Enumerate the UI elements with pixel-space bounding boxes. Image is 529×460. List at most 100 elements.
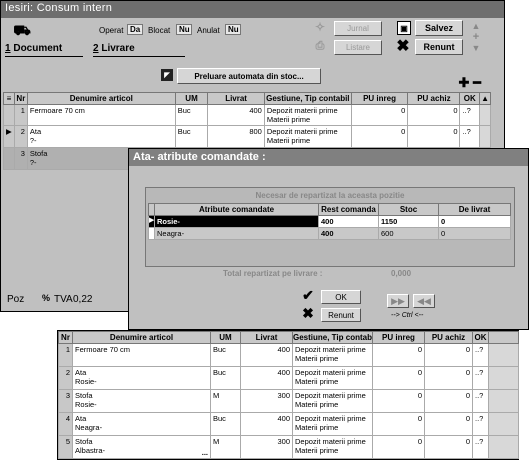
tab-document[interactable]: 1 Document [5,43,62,54]
scrollbar-track[interactable] [488,412,519,436]
row-ok[interactable]: ..? [472,412,489,436]
row-gestiune[interactable]: Depozit materii prime Materii prime [292,435,373,459]
renunt-button[interactable]: Renunt [415,39,463,55]
scrollbar-up-icon[interactable]: ▲ [479,92,491,105]
row-name[interactable]: Stofa Albastra-... [72,435,211,459]
row-attr-text: Albastra- [75,446,106,455]
table-row[interactable]: 2 Ata Rosie- Buc 400 Depozit materii prim… [58,366,519,390]
add-row-icon[interactable]: ✚ [458,75,470,90]
scrollbar-track[interactable] [479,104,491,126]
move-right-icon[interactable]: ▶▶ [387,294,409,308]
row-pu-achiz[interactable]: 0 [424,366,473,390]
row-selector[interactable] [3,147,15,170]
row-qty[interactable]: 300 [240,435,293,459]
attr-livrat-input[interactable]: 0 [438,227,511,240]
row-pu-achiz[interactable]: 0 [407,125,461,148]
row-gestiune[interactable]: Depozit materii prime Materii prime [263,104,352,126]
row-um[interactable]: Buc [210,412,241,436]
row-name[interactable]: Ata ?- [26,125,176,148]
dialog-renunt-button[interactable]: Renunt [321,308,361,322]
row-um[interactable]: M [210,389,241,413]
plus-icon[interactable]: + [471,31,481,43]
table-row[interactable]: 4 Ata Neagra- Buc 400 Depozit materii pri… [58,412,519,436]
listare-button[interactable]: Listare [334,40,382,55]
table-row[interactable]: ▶ 2 Ata ?- Buc 800 Depozit materii prime M… [3,125,491,148]
row-pu-achiz[interactable]: 0 [424,412,473,436]
row-pu-inreg[interactable]: 0 [372,343,425,367]
row-qty[interactable]: 400 [240,412,293,436]
row-pu-achiz[interactable]: 0 [424,343,473,367]
row-ok[interactable]: ..? [472,343,489,367]
row-um[interactable]: Buc [174,125,209,148]
ok-button[interactable]: OK [321,290,361,304]
jurnal-button[interactable]: Jurnal [334,21,382,36]
row-gestiune[interactable]: Depozit materii prime Materii prime [292,412,373,436]
row-name[interactable]: Fermoare 70 cm [26,104,176,126]
row-ok[interactable]: ..? [472,435,489,459]
scrollbar-track[interactable] [488,389,519,413]
row-nr: 2 [13,125,28,148]
tab-document-underline [5,56,83,57]
row-qty[interactable]: 300 [240,389,293,413]
total-value: 0,000 [391,269,412,278]
row-gestiune[interactable]: Depozit materii prime Materii prime [292,389,373,413]
row-name[interactable]: Ata Rosie- [72,366,211,390]
tab-livrare[interactable]: 2 Livrare [93,43,135,54]
row-selector-current[interactable]: ▶ [3,125,15,148]
row-pu-inreg[interactable]: 0 [372,389,425,413]
row-qty[interactable]: 800 [207,125,265,148]
row-qty[interactable]: 400 [240,366,293,390]
scrollbar-track[interactable] [479,125,491,148]
attr-livrat-input[interactable]: 0 [438,215,511,228]
row-gestiune[interactable]: Depozit materii prime Materii prime [263,125,352,148]
row-gest-text: Depozit materii prime [266,106,338,115]
row-um[interactable]: Buc [210,343,241,367]
remove-row-icon[interactable]: ━ [471,75,483,90]
row-name[interactable]: Fermoare 70 cm [72,343,211,367]
row-qty[interactable]: 400 [207,104,265,126]
row-pu-inreg[interactable]: 0 [372,435,425,459]
row-um[interactable]: Buc [174,104,209,126]
flag-blocat-value[interactable]: Nu [176,24,192,35]
table-row[interactable]: 1 Fermoare 70 cm Buc 400 Depozit materii… [58,343,519,367]
flag-anulat-value[interactable]: Nu [225,24,241,35]
row-pu-achiz[interactable]: 0 [424,389,473,413]
table-row[interactable]: 5 Stofa Albastra-... M 300 Depozit materi… [58,435,519,459]
row-ok[interactable]: ..? [459,104,481,126]
row-name[interactable]: Ata Neagra- [72,412,211,436]
row-selector[interactable] [3,104,15,126]
scrollbar-track[interactable] [488,343,519,367]
row-pu-inreg[interactable]: 0 [372,412,425,436]
grid-header-nr: Nr [13,92,28,105]
row-gestiune[interactable]: Depozit materii prime Materii prime [292,343,373,367]
row-um[interactable]: Buc [210,366,241,390]
exit-truck-icon[interactable]: ⛟ [7,21,37,41]
row-gestiune[interactable]: Depozit materii prime Materii prime [292,366,373,390]
row-ok[interactable]: ..? [472,389,489,413]
row-name[interactable]: Stofa Rosie- [72,389,211,413]
move-left-icon[interactable]: ◀◀ [413,294,435,308]
scrollbar-track[interactable] [488,366,519,390]
attr-name: Neagra- [154,227,319,240]
row-pu-inreg[interactable]: 0 [372,366,425,390]
flag-operat-value[interactable]: Da [127,24,143,35]
row-pu-inreg[interactable]: 0 [350,125,409,148]
salvez-button[interactable]: Salvez [415,20,463,36]
arrow-up-icon[interactable]: ▲ [471,21,481,31]
row-um[interactable]: M [210,435,241,459]
row-pu-achiz[interactable]: 0 [424,435,473,459]
attribute-row[interactable]: Neagra- 400 600 0 [148,227,511,240]
table-row[interactable]: 3 Stofa Rosie- M 300 Depozit materii prim… [58,389,519,413]
lightbulb-icon: ✧ [314,20,326,34]
table-row[interactable]: 1 Fermoare 70 cm Buc 400 Depozit materii… [3,104,491,126]
arrow-down-icon[interactable]: ▼ [471,43,481,53]
row-qty[interactable]: 400 [240,343,293,367]
ellipsis-button[interactable]: ... [202,448,208,457]
row-ok[interactable]: ..? [459,125,481,148]
preluare-button[interactable]: Preluare automata din stoc... [177,68,321,84]
attribute-row[interactable]: ▶ Rosie- 400 1150 0 [148,215,511,228]
scrollbar-track[interactable] [488,435,519,459]
row-pu-inreg[interactable]: 0 [350,104,409,126]
row-pu-achiz[interactable]: 0 [407,104,461,126]
row-ok[interactable]: ..? [472,366,489,390]
